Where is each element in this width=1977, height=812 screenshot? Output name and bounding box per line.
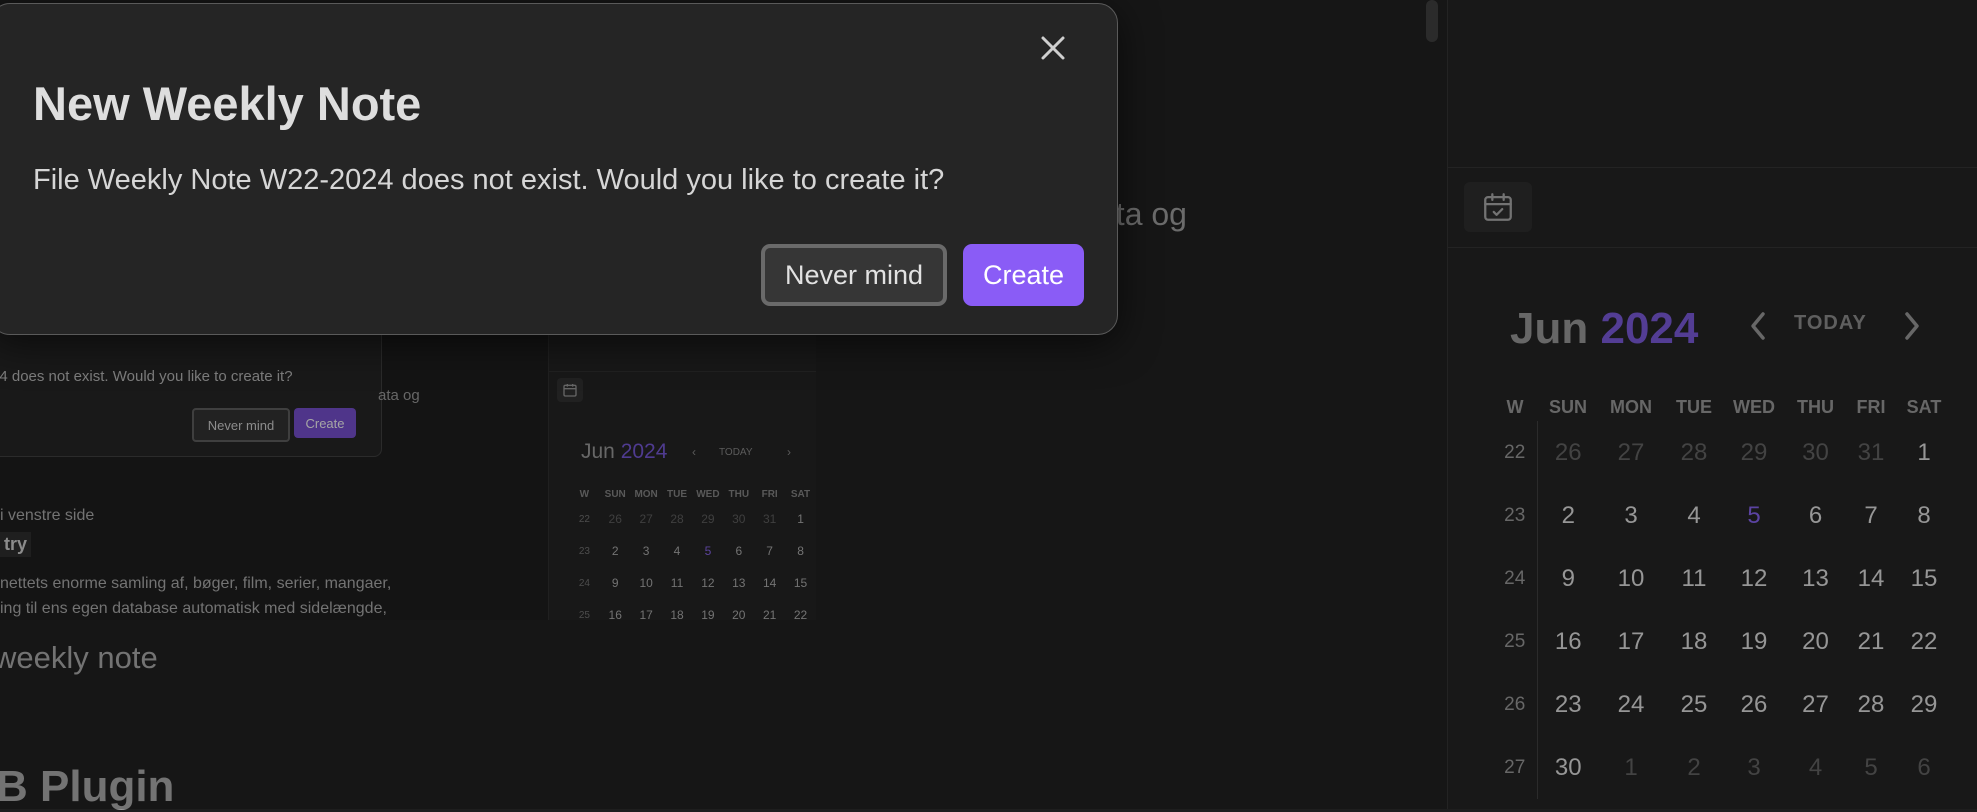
close-icon xyxy=(1041,36,1065,60)
create-button[interactable]: Create xyxy=(963,244,1084,306)
close-button[interactable] xyxy=(1033,28,1073,68)
modal-message: File Weekly Note W22-2024 does not exist… xyxy=(33,164,945,196)
modal-title: New Weekly Note xyxy=(33,77,422,130)
new-weekly-note-modal: New Weekly Note File Weekly Note W22-202… xyxy=(0,3,1118,335)
never-mind-button[interactable]: Never mind xyxy=(761,244,947,306)
